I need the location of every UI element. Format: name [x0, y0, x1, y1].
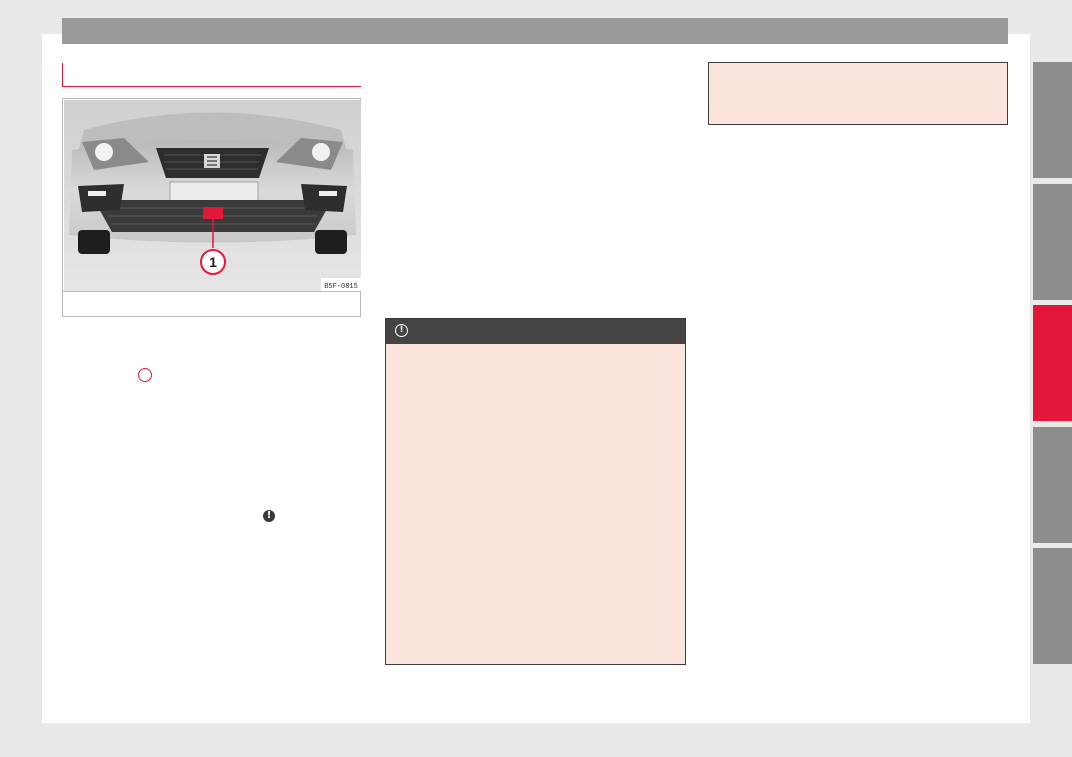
caution-note-box: !	[385, 318, 686, 665]
caution-exclamation-icon: !	[395, 324, 408, 337]
section-title-rule	[62, 63, 361, 87]
callout-ref-icon	[138, 368, 152, 382]
image-code: B5F-0815	[324, 283, 358, 291]
info-note-box	[708, 62, 1008, 125]
car-front-illustration: 1 B5F-0815	[64, 100, 361, 291]
caution-note-header: !	[386, 319, 685, 344]
warning-exclamation-icon[interactable]: !	[263, 510, 275, 522]
top-header-bar	[62, 18, 1008, 44]
chapter-tab-2[interactable]	[1033, 184, 1072, 300]
chapter-tab-5[interactable]	[1033, 548, 1072, 664]
chapter-tab-3-active[interactable]	[1033, 305, 1072, 421]
chapter-tab-4[interactable]	[1033, 427, 1072, 543]
figure-caption	[63, 291, 360, 316]
vehicle-front-figure: 1 B5F-0815	[62, 98, 361, 317]
callout-number: 1	[209, 254, 217, 270]
chapter-tab-1[interactable]	[1033, 62, 1072, 178]
